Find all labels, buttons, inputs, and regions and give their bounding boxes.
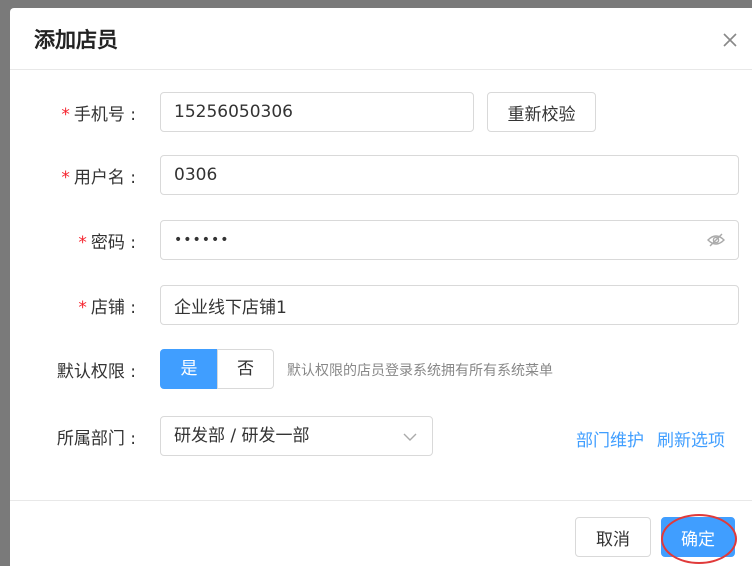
phone-input[interactable] [160, 92, 474, 132]
cancel-button[interactable]: 取消 [575, 517, 651, 557]
password-label: * 密码 : [78, 233, 136, 253]
permission-no-option[interactable]: 否 [217, 349, 274, 389]
store-input[interactable] [160, 285, 739, 325]
close-icon[interactable] [720, 30, 740, 50]
department-select[interactable]: 研发部 / 研发一部 [160, 416, 433, 456]
add-staff-dialog: 添加店员 *手机号 : 重新校验 *用户名 : *密码 : •••••• *店铺… [10, 8, 752, 566]
confirm-button[interactable]: 确定 [661, 517, 735, 557]
username-row: * 用户名 : [10, 155, 752, 195]
default-permission-row: 默认权限 : 是 否 默认权限的店员登录系统拥有所有系统菜单 [10, 349, 752, 389]
password-row: * 密码 : •••••• [10, 220, 752, 260]
store-label: * 店铺 : [78, 298, 136, 318]
default-permission-label: 默认权限 : [56, 362, 136, 382]
refresh-options-link[interactable]: 刷新选项 [657, 426, 725, 451]
username-label: * 用户名 : [61, 168, 136, 188]
department-label: 所属部门 : [56, 429, 136, 449]
permission-yes-option[interactable]: 是 [160, 349, 218, 389]
eye-off-icon[interactable] [706, 231, 726, 249]
footer-divider [10, 500, 752, 501]
phone-row: *手机号 : 重新校验 [10, 92, 752, 132]
dialog-header: 添加店员 [10, 8, 752, 70]
phone-label: * 手机号 : [61, 105, 136, 125]
dialog-title: 添加店员 [34, 28, 118, 52]
store-row: * 店铺 : [10, 285, 752, 325]
department-row: 所属部门 : 研发部 / 研发一部 部门维护 刷新选项 [10, 416, 752, 456]
username-input[interactable] [160, 155, 739, 195]
default-permission-hint: 默认权限的店员登录系统拥有所有系统菜单 [287, 363, 553, 379]
department-maintain-link[interactable]: 部门维护 [576, 426, 644, 451]
password-input[interactable]: •••••• [160, 220, 739, 260]
recheck-button[interactable]: 重新校验 [487, 92, 596, 132]
chevron-down-icon[interactable] [402, 429, 418, 443]
